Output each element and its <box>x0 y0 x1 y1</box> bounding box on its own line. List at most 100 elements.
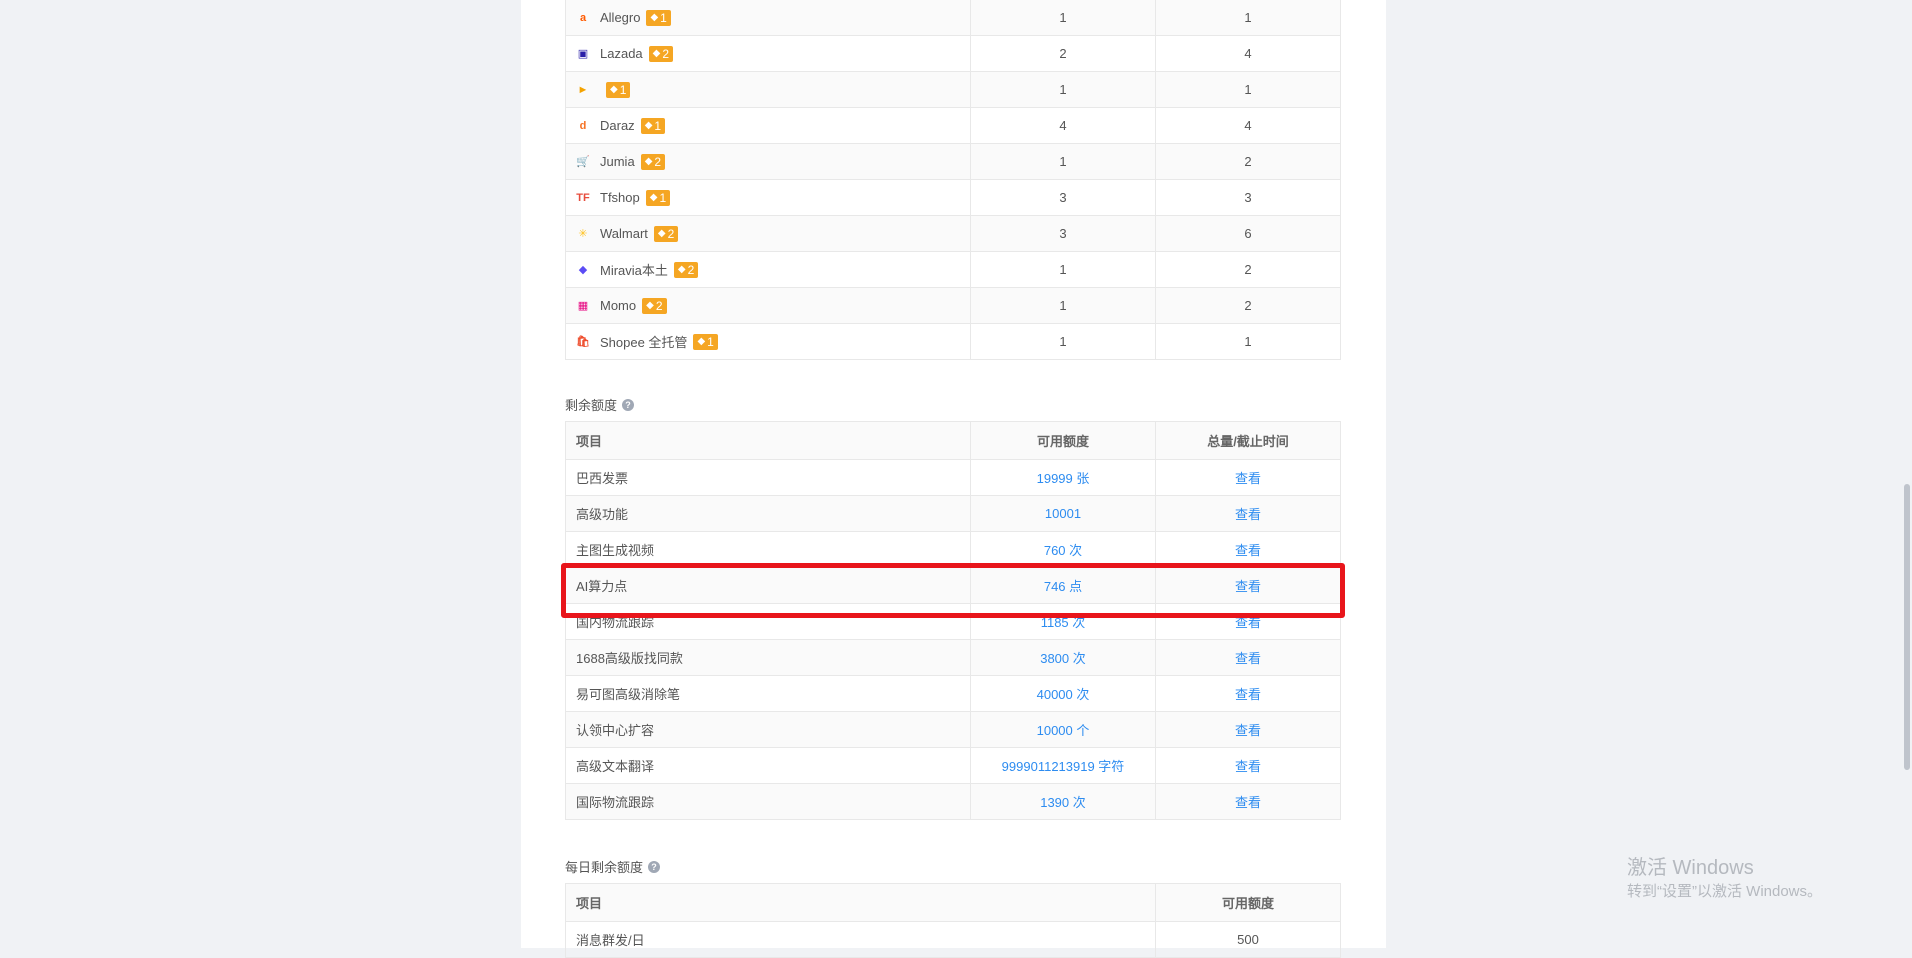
badge-count: 2 <box>667 226 675 241</box>
quota-amount-link[interactable]: 10000 个 <box>970 711 1156 748</box>
total-count-cell: 1 <box>1155 0 1341 36</box>
help-icon[interactable]: ? <box>648 860 661 873</box>
header-available: 可用额度 <box>1155 883 1341 922</box>
platform-cell: ✳ Walmart ◆ 2 <box>565 215 971 252</box>
platform-cell: ◆ Miravia本土 ◆ 2 <box>565 251 971 288</box>
view-link[interactable]: 查看 <box>1155 459 1341 496</box>
store-count-cell: 3 <box>970 215 1156 252</box>
quota-amount-link[interactable]: 40000 次 <box>970 675 1156 712</box>
platform-name: Miravia本土 <box>600 263 668 278</box>
daily-quota-table: 项目 可用额度 消息群发/日 500 <box>565 883 1341 958</box>
table-row: ✳ Walmart ◆ 2 3 6 <box>565 215 1341 252</box>
table-row: 巴西发票 19999 张查看 <box>565 459 1341 496</box>
total-count-cell: 1 <box>1155 71 1341 108</box>
quota-item: 高级文本翻译 <box>565 747 971 784</box>
platform-table: a Allegro ◆ 1 1 1 ▣ Lazada ◆ 2 2 4 ► ◆ 1 1 1 d Daraz ◆ 1 4 4 🛒 J… <box>565 0 1341 360</box>
total-count-cell: 4 <box>1155 35 1341 72</box>
level-badge: ◆ 1 <box>646 9 671 26</box>
badge-count: 1 <box>659 190 667 205</box>
table-row: 🛍 Shopee 全托管 ◆ 1 1 1 <box>565 323 1341 360</box>
table-row: a Allegro ◆ 1 1 1 <box>565 0 1341 36</box>
daily-quota-title: 每日剩余额度 ? <box>565 857 661 876</box>
diamond-icon: ◆ <box>697 335 706 347</box>
quota-item: 国际物流跟踪 <box>565 783 971 820</box>
table-row: ◆ Miravia本土 ◆ 2 1 2 <box>565 251 1341 288</box>
diamond-icon: ◆ <box>646 299 654 311</box>
platform-name: Lazada <box>600 46 643 61</box>
daily-amount: 500 <box>1155 921 1341 958</box>
level-badge: ◆ 1 <box>645 189 671 206</box>
level-badge: ◆ 2 <box>648 45 674 62</box>
quota-item: 巴西发票 <box>565 459 971 496</box>
platform-name: Shopee 全托管 <box>600 335 688 350</box>
quota-amount-link[interactable]: 9999011213919 字符 <box>970 747 1156 784</box>
help-icon[interactable]: ? <box>622 398 635 411</box>
table-row: 易可图高级消除笔 40000 次查看 <box>565 675 1341 712</box>
badge-count: 2 <box>655 298 663 313</box>
badge-count: 1 <box>619 82 627 97</box>
remaining-quota-table: 项目 可用额度 总量/截止时间 巴西发票 19999 张查看 高级功能 10001 查看… <box>565 421 1341 820</box>
quota-item: 认领中心扩容 <box>565 711 971 748</box>
badge-count: 2 <box>687 262 695 277</box>
walmart-spark-icon: ✳ <box>578 227 588 240</box>
cart-icon: 🛒 <box>576 155 590 168</box>
quota-amount-link[interactable]: 1390 次 <box>970 783 1156 820</box>
level-badge: ◆ 1 <box>693 333 718 350</box>
diamond-icon: ◆ <box>644 155 653 167</box>
platform-name: Allegro <box>600 10 641 25</box>
platform-cell: a Allegro ◆ 1 <box>565 0 971 36</box>
table-row: d Daraz ◆ 1 4 4 <box>565 107 1341 144</box>
level-badge: ◆ 2 <box>653 225 679 242</box>
quota-amount-link[interactable]: 3800 次 <box>970 639 1156 676</box>
diamond-icon: ◆ <box>649 191 658 203</box>
platform-name: Jumia <box>600 154 635 169</box>
platform-cell: 🛒 Jumia ◆ 2 <box>565 143 971 180</box>
quota-amount-link[interactable]: 10001 <box>970 495 1156 532</box>
level-badge: ◆ 2 <box>640 153 666 170</box>
daraz-icon: d <box>579 119 587 132</box>
quota-amount-link[interactable]: 19999 张 <box>970 459 1156 496</box>
quota-item: 1688高级版找同款 <box>565 639 971 676</box>
level-badge: ◆ 2 <box>673 261 699 278</box>
remaining-quota-title-text: 剩余额度 <box>565 398 618 413</box>
view-link[interactable]: 查看 <box>1155 783 1341 820</box>
view-link[interactable]: 查看 <box>1155 747 1341 784</box>
table-row: 高级功能 10001 查看 <box>565 495 1341 532</box>
platform-cell: ► ◆ 1 <box>565 71 971 108</box>
total-count-cell: 1 <box>1155 323 1341 360</box>
table-header-row: 项目 可用额度 总量/截止时间 <box>565 421 1341 460</box>
store-count-cell: 1 <box>970 143 1156 180</box>
diamond-icon: ◆ <box>610 83 618 95</box>
level-badge: ◆ 2 <box>642 297 667 314</box>
store-count-cell: 1 <box>970 287 1156 324</box>
view-link[interactable]: 查看 <box>1155 495 1341 532</box>
badge-count: 1 <box>660 10 667 25</box>
view-link[interactable]: 查看 <box>1155 711 1341 748</box>
watermark-line1: 激活 Windows <box>1627 857 1754 879</box>
store-count-cell: 3 <box>970 179 1156 216</box>
daily-item: 消息群发/日 <box>565 921 1156 958</box>
view-link[interactable]: 查看 <box>1155 639 1341 676</box>
table-row: 🛒 Jumia ◆ 2 1 2 <box>565 143 1341 180</box>
badge-count: 2 <box>654 154 662 169</box>
header-total-deadline: 总量/截止时间 <box>1155 421 1341 460</box>
header-item: 项目 <box>565 421 971 460</box>
scrollbar[interactable] <box>1900 0 1912 948</box>
lazada-icon: ▣ <box>577 47 589 60</box>
total-count-cell: 3 <box>1155 179 1341 216</box>
scrollbar-thumb[interactable] <box>1904 484 1910 770</box>
platform-cell: ▣ Lazada ◆ 2 <box>565 35 971 72</box>
quota-item: 易可图高级消除笔 <box>565 675 971 712</box>
store-count-cell: 4 <box>970 107 1156 144</box>
platform-name: Momo <box>600 298 637 313</box>
store-count-cell: 1 <box>970 0 1156 36</box>
platform-name: Walmart <box>600 226 648 241</box>
view-link[interactable]: 查看 <box>1155 675 1341 712</box>
table-row: 高级文本翻译 9999011213919 字符 查看 <box>565 747 1341 784</box>
quota-item: 高级功能 <box>565 495 971 532</box>
total-count-cell: 2 <box>1155 143 1341 180</box>
badge-count: 2 <box>662 46 670 61</box>
total-count-cell: 6 <box>1155 215 1341 252</box>
badge-count: 1 <box>654 118 662 133</box>
table-row: 消息群发/日 500 <box>565 921 1341 958</box>
